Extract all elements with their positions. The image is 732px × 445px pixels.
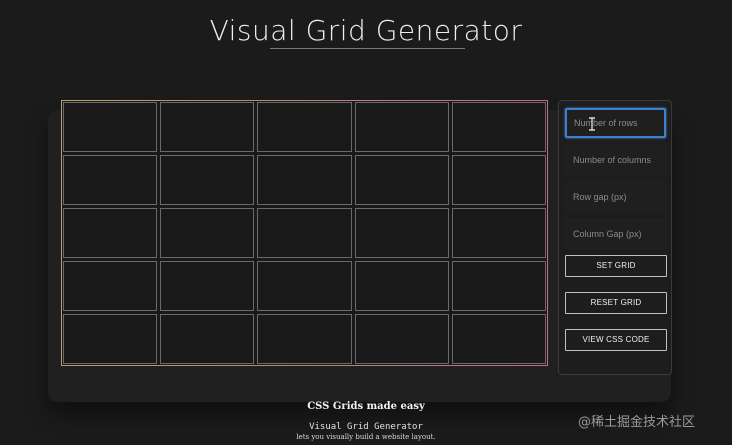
grid-cell <box>354 208 449 258</box>
rows-input[interactable] <box>565 108 666 138</box>
grid-cell <box>63 314 158 364</box>
grid-cell <box>257 155 352 205</box>
grid-cell <box>257 314 352 364</box>
row-gap-input[interactable] <box>565 182 666 212</box>
grid-cell <box>160 208 255 258</box>
grid-cell <box>160 102 255 152</box>
grid-cell <box>354 155 449 205</box>
app-title: Visual Grid Generator <box>209 14 523 47</box>
grid-cell <box>160 314 255 364</box>
set-grid-button[interactable]: SET GRID <box>565 255 667 277</box>
grid-cell <box>451 208 546 258</box>
grid-cell <box>451 102 546 152</box>
grid-cell <box>63 102 158 152</box>
grid-cell <box>160 155 255 205</box>
view-css-code-button[interactable]: VIEW CSS CODE <box>565 329 667 351</box>
grid-cell <box>257 102 352 152</box>
grid-cell <box>63 155 158 205</box>
column-gap-input[interactable] <box>565 219 666 249</box>
title-underline <box>270 48 465 49</box>
grid-preview <box>61 100 548 366</box>
text-cursor-icon <box>589 117 595 131</box>
grid-cell <box>451 314 546 364</box>
watermark: @稀土掘金技术社区 <box>578 415 696 430</box>
grid-cell <box>257 208 352 258</box>
grid-cell <box>451 155 546 205</box>
controls-panel: SET GRID RESET GRID VIEW CSS CODE <box>558 100 672 375</box>
reset-grid-button[interactable]: RESET GRID <box>565 292 667 314</box>
footer-subtitle: lets you visually build a website layout… <box>296 433 436 441</box>
grid-cell <box>63 208 158 258</box>
grid-cell <box>63 261 158 311</box>
grid-cell <box>354 314 449 364</box>
columns-input[interactable] <box>565 145 666 175</box>
grid-cell <box>354 102 449 152</box>
grid-cell <box>257 261 352 311</box>
grid-cell <box>451 261 546 311</box>
grid-cell <box>354 261 449 311</box>
grid-cell <box>160 261 255 311</box>
